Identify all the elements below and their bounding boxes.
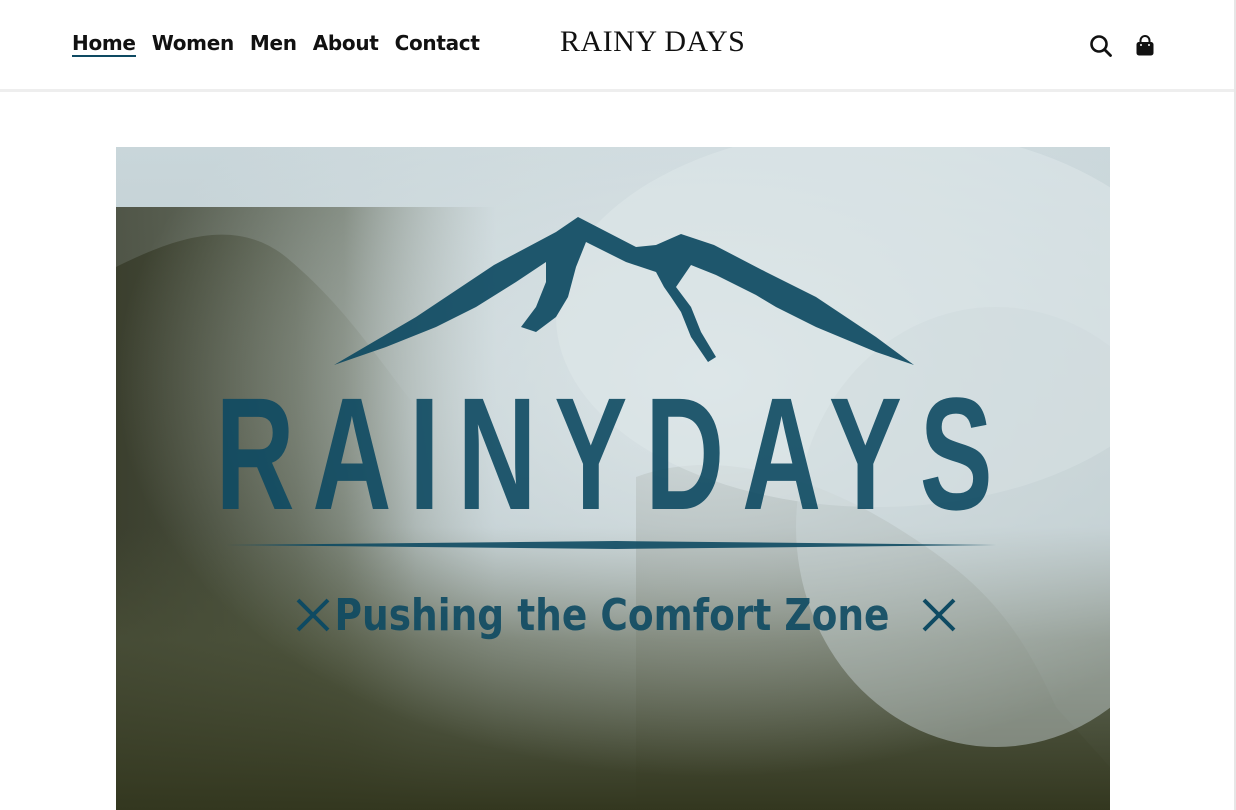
nav-item-women[interactable]: Women <box>152 31 235 55</box>
nav-item-home[interactable]: Home <box>72 31 136 57</box>
search-button[interactable] <box>1088 33 1114 59</box>
hero-image: RAINYDAYS Pushing the Comfort Zone <box>116 147 1110 810</box>
site-header: Home Women Men About Contact RAINY DAYS <box>0 0 1234 92</box>
hero-logo-text: RAINYDAYS <box>216 364 1011 543</box>
shopping-bag-icon <box>1136 35 1154 56</box>
page: Home Women Men About Contact RAINY DAYS <box>0 0 1236 810</box>
nav-item-men[interactable]: Men <box>250 31 297 55</box>
hero-tagline: Pushing the Comfort Zone <box>335 590 890 641</box>
nav-item-about[interactable]: About <box>313 31 379 55</box>
nav-item-contact[interactable]: Contact <box>395 31 480 55</box>
search-icon <box>1090 35 1112 57</box>
main-nav: Home Women Men About Contact <box>72 31 480 57</box>
site-logo-text[interactable]: RAINY DAYS <box>560 25 745 59</box>
hero-banner: RAINYDAYS Pushing the Comfort Zone <box>116 147 1110 810</box>
cart-button[interactable] <box>1132 33 1158 59</box>
